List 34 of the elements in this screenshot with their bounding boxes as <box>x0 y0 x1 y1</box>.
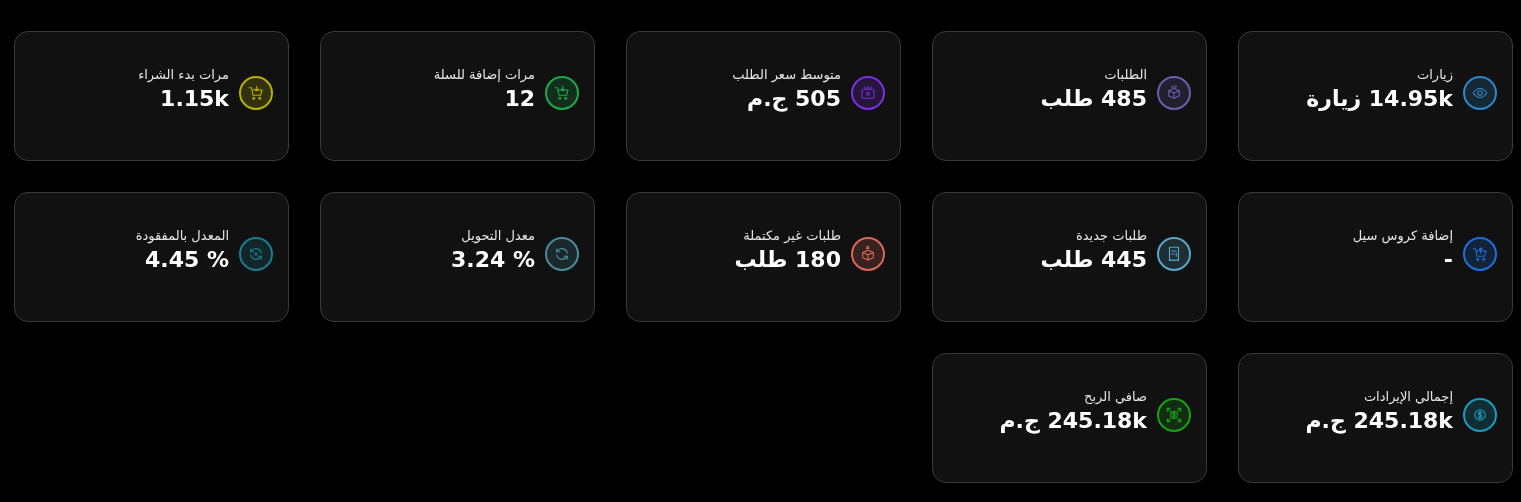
stat-value: % 4.45 <box>145 247 229 272</box>
stat-value: 12 <box>504 86 535 111</box>
refresh-icon <box>553 245 571 263</box>
stat-title: طلبات جديدة <box>1075 228 1147 243</box>
box-icon <box>859 245 877 263</box>
stat-value: 180 طلب <box>734 247 841 272</box>
stat-title: إضافة كروس سيل <box>1352 228 1453 243</box>
stat-title: طلبات غير مكتملة <box>743 228 841 243</box>
stat-title: معدل التحويل <box>461 228 535 243</box>
stat-title: إجمالي الإيرادات <box>1363 389 1453 404</box>
cart-icon <box>247 84 265 102</box>
refresh-icon <box>247 245 265 263</box>
stat-value: 485 طلب <box>1040 86 1147 111</box>
stat-title: مرات إضافة للسلة <box>433 67 535 82</box>
stat-title: متوسط سعر الطلب <box>732 67 841 82</box>
box-icon <box>1165 84 1183 102</box>
stat-value: 1.15k <box>160 86 229 111</box>
stat-value: % 3.24 <box>451 247 535 272</box>
dollar-icon <box>1165 406 1183 424</box>
cart-icon <box>1471 245 1489 263</box>
stat-value: 245.18k ج.م <box>999 408 1147 433</box>
stat-value: 505 ج.م <box>747 86 841 111</box>
stat-title: صافي الربح <box>1084 389 1147 404</box>
stat-value: 445 طلب <box>1040 247 1147 272</box>
cart-icon <box>553 84 571 102</box>
dollar-icon <box>1471 406 1489 424</box>
stat-value: 245.18k ج.م <box>1305 408 1453 433</box>
stat-title: مرات بدء الشراء <box>138 67 229 82</box>
stat-title: الطلبات <box>1104 67 1147 82</box>
wallet-icon <box>859 84 877 102</box>
stat-value: 14.95k زيارة <box>1306 86 1453 111</box>
stat-title: المعدل بالمفقودة <box>135 228 229 243</box>
stat-value: - <box>1443 247 1453 272</box>
stat-title: زيارات <box>1417 67 1453 82</box>
